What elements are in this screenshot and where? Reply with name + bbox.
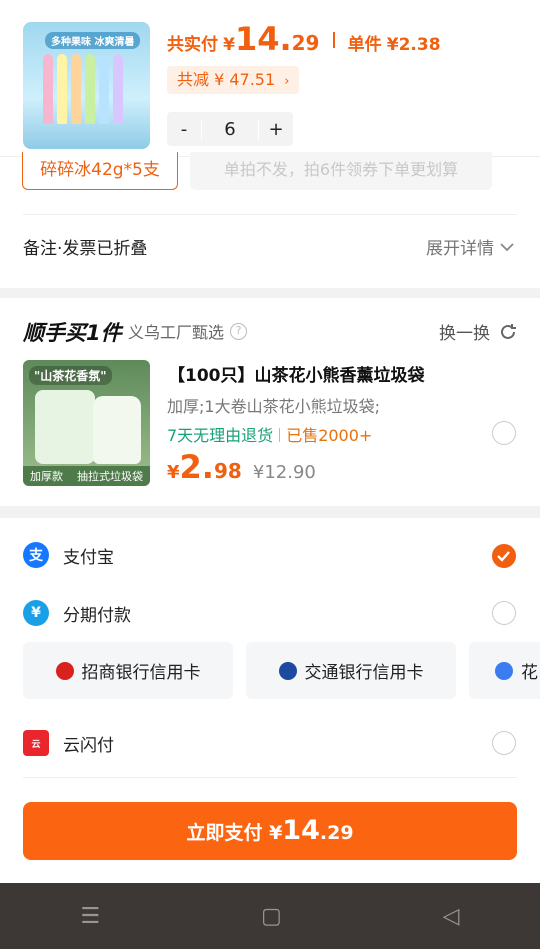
bag-shape	[93, 396, 141, 464]
alipay-radio[interactable]	[492, 544, 516, 568]
alipay-icon: 支	[23, 542, 49, 568]
discount-text: 共减 ¥ 47.51	[177, 70, 276, 89]
popsicle-shape	[43, 54, 53, 124]
help-icon[interactable]: ?	[230, 322, 248, 340]
total-price-line: 共实付 ¥14.29 单件 ¥2.38	[167, 20, 441, 58]
huabei-icon	[495, 661, 513, 680]
return-policy-tag: 7天无理由退货	[167, 426, 274, 445]
payment-section: 支 支付宝 ¥ 分期付款 招商银行信用卡 交通银行信用卡 花 云 云闪付 立即支…	[0, 518, 540, 883]
total-price-int: 14.	[234, 20, 292, 58]
bank-option-cmb[interactable]: 招商银行信用卡	[23, 642, 233, 699]
expand-details-button[interactable]: 展开详情	[426, 234, 514, 259]
image-footer-left: 加厚款	[30, 470, 63, 483]
recommend-select-radio[interactable]	[492, 421, 516, 445]
unionpay-icon: 云	[23, 730, 49, 756]
payment-method-label: 云闪付	[63, 735, 114, 756]
bocom-bank-icon	[278, 661, 297, 680]
product-image[interactable]: 多种果味 冰爽清暑	[23, 22, 150, 149]
unit-label: 单件	[347, 35, 382, 55]
recommend-card: 顺手买1件 义乌工厂甄选 ? 换一换 "山茶花香氛" 加厚款 抽拉式垃圾袋 【1…	[0, 298, 540, 506]
recommend-product-desc: 加厚;1大卷山茶花小熊垃圾袋;	[167, 397, 380, 416]
recommend-title: 顺手买1件	[23, 321, 122, 345]
payment-method-label: 支付宝	[63, 547, 114, 568]
check-icon	[497, 551, 510, 562]
divider	[332, 32, 335, 48]
chevron-right-icon: ›	[284, 74, 290, 89]
recommend-price: ¥2.98 ¥12.90	[167, 448, 316, 486]
currency-symbol: ¥	[223, 35, 235, 55]
payment-method-installment[interactable]: ¥ 分期付款	[23, 600, 131, 626]
quantity-stepper: - 6 +	[167, 112, 293, 146]
total-label: 共实付	[167, 35, 218, 55]
divider	[279, 428, 281, 442]
home-icon[interactable]: ▢	[261, 904, 282, 929]
image-footer-right: 抽拉式垃圾袋	[77, 470, 143, 483]
chevron-down-icon	[500, 242, 514, 251]
spec-option-selected[interactable]: 碎碎冰42g*5支	[22, 152, 178, 190]
image-tag: "山茶花香氛"	[29, 366, 112, 385]
bank-label: 招商银行信用卡	[81, 663, 201, 683]
pay-label: 立即支付 ¥	[186, 822, 283, 844]
cmb-bank-icon	[55, 661, 74, 680]
image-footer: 加厚款 抽拉式垃圾袋	[23, 466, 150, 486]
decrease-button[interactable]: -	[167, 119, 201, 140]
recommend-subtitle-wrap: 义乌工厂甄选 ?	[128, 319, 248, 343]
bank-label: 花	[521, 663, 538, 683]
product-card: 多种果味 冰爽清暑 共实付 ¥14.29 单件 ¥2.38 共减 ¥ 47.51…	[0, 0, 540, 288]
price-int: 2.	[179, 448, 214, 486]
swap-button[interactable]: 换一换	[439, 319, 518, 344]
unionpay-radio[interactable]	[492, 731, 516, 755]
pay-amount-int: 14	[282, 815, 320, 846]
popsicle-shape	[71, 54, 81, 124]
payment-method-alipay[interactable]: 支 支付宝	[23, 542, 114, 568]
bank-label: 交通银行信用卡	[304, 663, 424, 683]
recommend-tags: 7天无理由退货 已售2000+	[167, 422, 372, 446]
price-dec: 98	[213, 459, 242, 483]
popsicle-shape	[57, 54, 67, 124]
installment-radio[interactable]	[492, 601, 516, 625]
expand-label: 展开详情	[426, 239, 494, 259]
quantity-input[interactable]: 6	[201, 118, 259, 140]
total-price-dec: 29	[291, 31, 320, 55]
discount-badge[interactable]: 共减 ¥ 47.51 ›	[167, 66, 300, 94]
swap-label: 换一换	[439, 324, 490, 344]
popsicle-shape	[113, 54, 123, 124]
checkout-page: 多种果味 冰爽清暑 共实付 ¥14.29 单件 ¥2.38 共减 ¥ 47.51…	[0, 0, 540, 949]
divider	[23, 777, 517, 778]
original-price: ¥12.90	[252, 462, 316, 483]
recommend-subtitle: 义乌工厂甄选	[128, 323, 225, 342]
menu-icon[interactable]: ☰	[80, 904, 100, 929]
increase-button[interactable]: +	[259, 119, 293, 140]
pay-amount-dec: .29	[319, 822, 354, 844]
popsicle-shape	[85, 54, 95, 124]
installment-icon: ¥	[23, 600, 49, 626]
pay-now-button[interactable]: 立即支付 ¥14.29	[23, 802, 517, 860]
system-nav-bar: ☰ ▢ ◁	[0, 883, 540, 949]
bear-bin-shape	[35, 390, 95, 464]
spec-option-note[interactable]: 单拍不发，拍6件领券下单更划算	[190, 152, 492, 190]
bank-option-huabei[interactable]: 花	[469, 642, 540, 699]
sold-count: 已售2000+	[286, 426, 373, 445]
refresh-icon	[501, 323, 516, 339]
divider	[23, 214, 517, 215]
recommend-product-image[interactable]: "山茶花香氛" 加厚款 抽拉式垃圾袋	[23, 360, 150, 486]
product-image-tag: 多种果味 冰爽清暑	[45, 32, 141, 49]
payment-method-label: 分期付款	[63, 605, 131, 626]
unit-price: ¥2.38	[386, 35, 441, 55]
back-icon[interactable]: ◁	[443, 904, 460, 929]
popsicle-shape	[99, 54, 109, 124]
bank-option-bocom[interactable]: 交通银行信用卡	[246, 642, 456, 699]
currency-symbol: ¥	[167, 462, 180, 483]
payment-method-unionpay[interactable]: 云 云闪付	[23, 730, 114, 756]
remark-label: 备注·发票已折叠	[23, 239, 148, 259]
recommend-product-name[interactable]: 【100只】山茶花小熊香薰垃圾袋	[168, 361, 425, 386]
